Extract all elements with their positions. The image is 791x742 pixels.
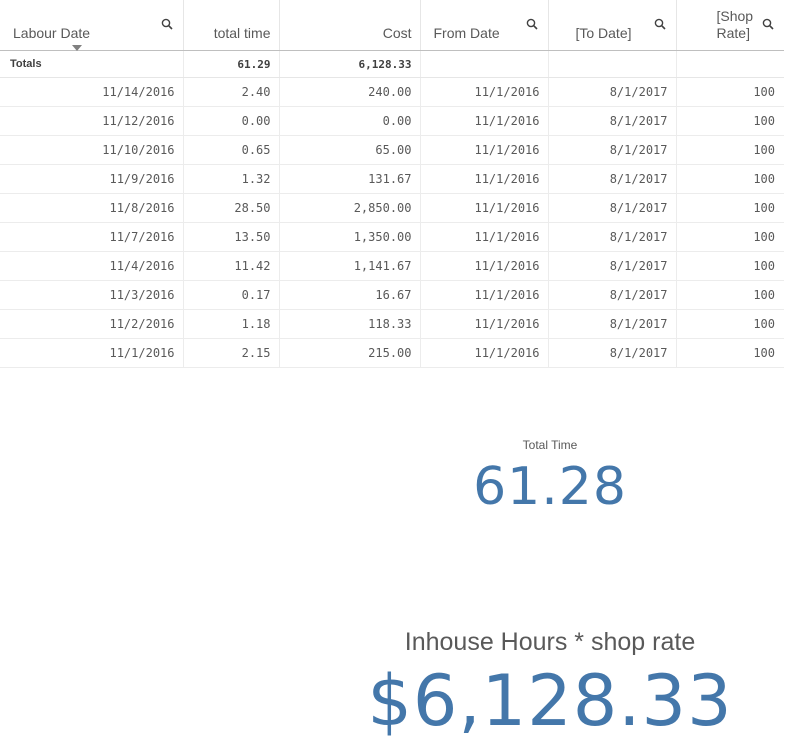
cell-from-date: 11/1/2016 xyxy=(420,106,549,136)
table-row[interactable]: 11/3/2016 0.17 16.67 11/1/2016 8/1/2017 100 xyxy=(0,280,784,310)
cell-labour-date: 11/4/2016 xyxy=(0,251,184,281)
cell-from-date: 11/1/2016 xyxy=(420,338,549,368)
cell-shop-rate: 100 xyxy=(676,338,784,368)
kpi-total-time: Total Time 61.28 xyxy=(400,438,700,518)
cell-labour-date: 11/3/2016 xyxy=(0,280,184,310)
column-header-from-date[interactable]: From Date xyxy=(420,0,549,51)
table-row[interactable]: 11/12/2016 0.00 0.00 11/1/2016 8/1/2017 100 xyxy=(0,106,784,136)
cell-to-date: 8/1/2017 xyxy=(548,164,677,194)
table-row[interactable]: 11/9/2016 1.32 131.67 11/1/2016 8/1/2017 100 xyxy=(0,164,784,194)
labour-table: Labour Date total time Cost From Date [T… xyxy=(0,0,784,368)
cell-from-date: 11/1/2016 xyxy=(420,77,549,107)
cell-shop-rate: 100 xyxy=(676,164,784,194)
cell-to-date: 8/1/2017 xyxy=(548,251,677,281)
cell-total-time: 11.42 xyxy=(183,251,280,281)
cell-labour-date: 11/2/2016 xyxy=(0,309,184,339)
cell-from-date: 11/1/2016 xyxy=(420,135,549,165)
table-row[interactable]: 11/4/2016 11.42 1,141.67 11/1/2016 8/1/2017 1… xyxy=(0,251,784,281)
kpi-label: Inhouse Hours * shop rate xyxy=(404,628,696,656)
column-header-label: Labour Date xyxy=(13,25,91,41)
cell-cost: 1,141.67 xyxy=(279,251,421,281)
cell-total-time: 2.15 xyxy=(183,338,280,368)
cell-cost: 240.00 xyxy=(279,77,421,107)
table-row[interactable]: 11/7/2016 13.50 1,350.00 11/1/2016 8/1/2017 1… xyxy=(0,222,784,252)
totals-row: Totals 61.29 6,128.33 xyxy=(0,50,784,78)
cell-labour-date: 11/8/2016 xyxy=(0,193,184,223)
search-icon[interactable] xyxy=(526,18,538,30)
totals-empty xyxy=(676,50,784,78)
cell-cost: 65.00 xyxy=(279,135,421,165)
cell-shop-rate: 100 xyxy=(676,251,784,281)
table-row[interactable]: 11/14/2016 2.40 240.00 11/1/2016 8/1/2017 100 xyxy=(0,77,784,107)
cell-total-time: 2.40 xyxy=(183,77,280,107)
totals-empty xyxy=(420,50,549,78)
cell-total-time: 28.50 xyxy=(183,193,280,223)
totals-total-time: 61.29 xyxy=(183,50,280,78)
cell-labour-date: 11/7/2016 xyxy=(0,222,184,252)
cell-total-time: 0.65 xyxy=(183,135,280,165)
cell-shop-rate: 100 xyxy=(676,309,784,339)
cell-shop-rate: 100 xyxy=(676,106,784,136)
search-icon[interactable] xyxy=(161,18,173,30)
column-header-labour-date[interactable]: Labour Date xyxy=(0,0,184,51)
cell-cost: 1,350.00 xyxy=(279,222,421,252)
column-header-total-time[interactable]: total time xyxy=(183,0,280,51)
cell-total-time: 0.00 xyxy=(183,106,280,136)
cell-cost: 215.00 xyxy=(279,338,421,368)
cell-from-date: 11/1/2016 xyxy=(420,164,549,194)
totals-empty xyxy=(548,50,677,78)
cell-to-date: 8/1/2017 xyxy=(548,135,677,165)
cell-shop-rate: 100 xyxy=(676,222,784,252)
table-row[interactable]: 11/10/2016 0.65 65.00 11/1/2016 8/1/2017 100 xyxy=(0,135,784,165)
table-row[interactable]: 11/1/2016 2.15 215.00 11/1/2016 8/1/2017 100 xyxy=(0,338,784,368)
table-row[interactable]: 11/8/2016 28.50 2,850.00 11/1/2016 8/1/2017 1… xyxy=(0,193,784,223)
cell-to-date: 8/1/2017 xyxy=(548,193,677,223)
cell-labour-date: 11/1/2016 xyxy=(0,338,184,368)
cell-to-date: 8/1/2017 xyxy=(548,77,677,107)
cell-total-time: 0.17 xyxy=(183,280,280,310)
cell-total-time: 1.32 xyxy=(183,164,280,194)
cell-from-date: 11/1/2016 xyxy=(420,251,549,281)
cell-from-date: 11/1/2016 xyxy=(420,222,549,252)
totals-cost: 6,128.33 xyxy=(279,50,421,78)
cell-to-date: 8/1/2017 xyxy=(548,280,677,310)
sort-descending-indicator xyxy=(72,45,82,51)
cell-to-date: 8/1/2017 xyxy=(548,309,677,339)
table-row[interactable]: 11/2/2016 1.18 118.33 11/1/2016 8/1/2017 100 xyxy=(0,309,784,339)
kpi-value: $6,128.33 xyxy=(367,660,733,742)
cell-shop-rate: 100 xyxy=(676,77,784,107)
cell-shop-rate: 100 xyxy=(676,135,784,165)
cell-labour-date: 11/12/2016 xyxy=(0,106,184,136)
cell-to-date: 8/1/2017 xyxy=(548,338,677,368)
column-header-label: Cost xyxy=(382,25,412,41)
search-icon[interactable] xyxy=(762,18,774,30)
cell-from-date: 11/1/2016 xyxy=(420,193,549,223)
cell-cost: 16.67 xyxy=(279,280,421,310)
cell-to-date: 8/1/2017 xyxy=(548,106,677,136)
cell-to-date: 8/1/2017 xyxy=(548,222,677,252)
kpi-cost: Inhouse Hours * shop rate $6,128.33 xyxy=(300,628,791,741)
cell-total-time: 13.50 xyxy=(183,222,280,252)
table-header-row: Labour Date total time Cost From Date [T… xyxy=(0,0,784,51)
kpi-label: Total Time xyxy=(522,438,578,452)
search-icon[interactable] xyxy=(654,18,666,30)
cell-labour-date: 11/10/2016 xyxy=(0,135,184,165)
cell-labour-date: 11/14/2016 xyxy=(0,77,184,107)
cell-total-time: 1.18 xyxy=(183,309,280,339)
cell-from-date: 11/1/2016 xyxy=(420,280,549,310)
cell-shop-rate: 100 xyxy=(676,280,784,310)
cell-cost: 0.00 xyxy=(279,106,421,136)
totals-label: Totals xyxy=(0,50,184,78)
cell-cost: 118.33 xyxy=(279,309,421,339)
cell-labour-date: 11/9/2016 xyxy=(0,164,184,194)
column-header-to-date[interactable]: [To Date] xyxy=(548,0,677,51)
cell-cost: 131.67 xyxy=(279,164,421,194)
column-header-label: total time xyxy=(213,25,271,41)
cell-cost: 2,850.00 xyxy=(279,193,421,223)
cell-from-date: 11/1/2016 xyxy=(420,309,549,339)
column-header-cost[interactable]: Cost xyxy=(279,0,421,51)
kpi-value: 61.28 xyxy=(473,457,627,517)
column-header-shop-rate[interactable]: [Shop Rate] xyxy=(676,0,784,51)
cell-shop-rate: 100 xyxy=(676,193,784,223)
